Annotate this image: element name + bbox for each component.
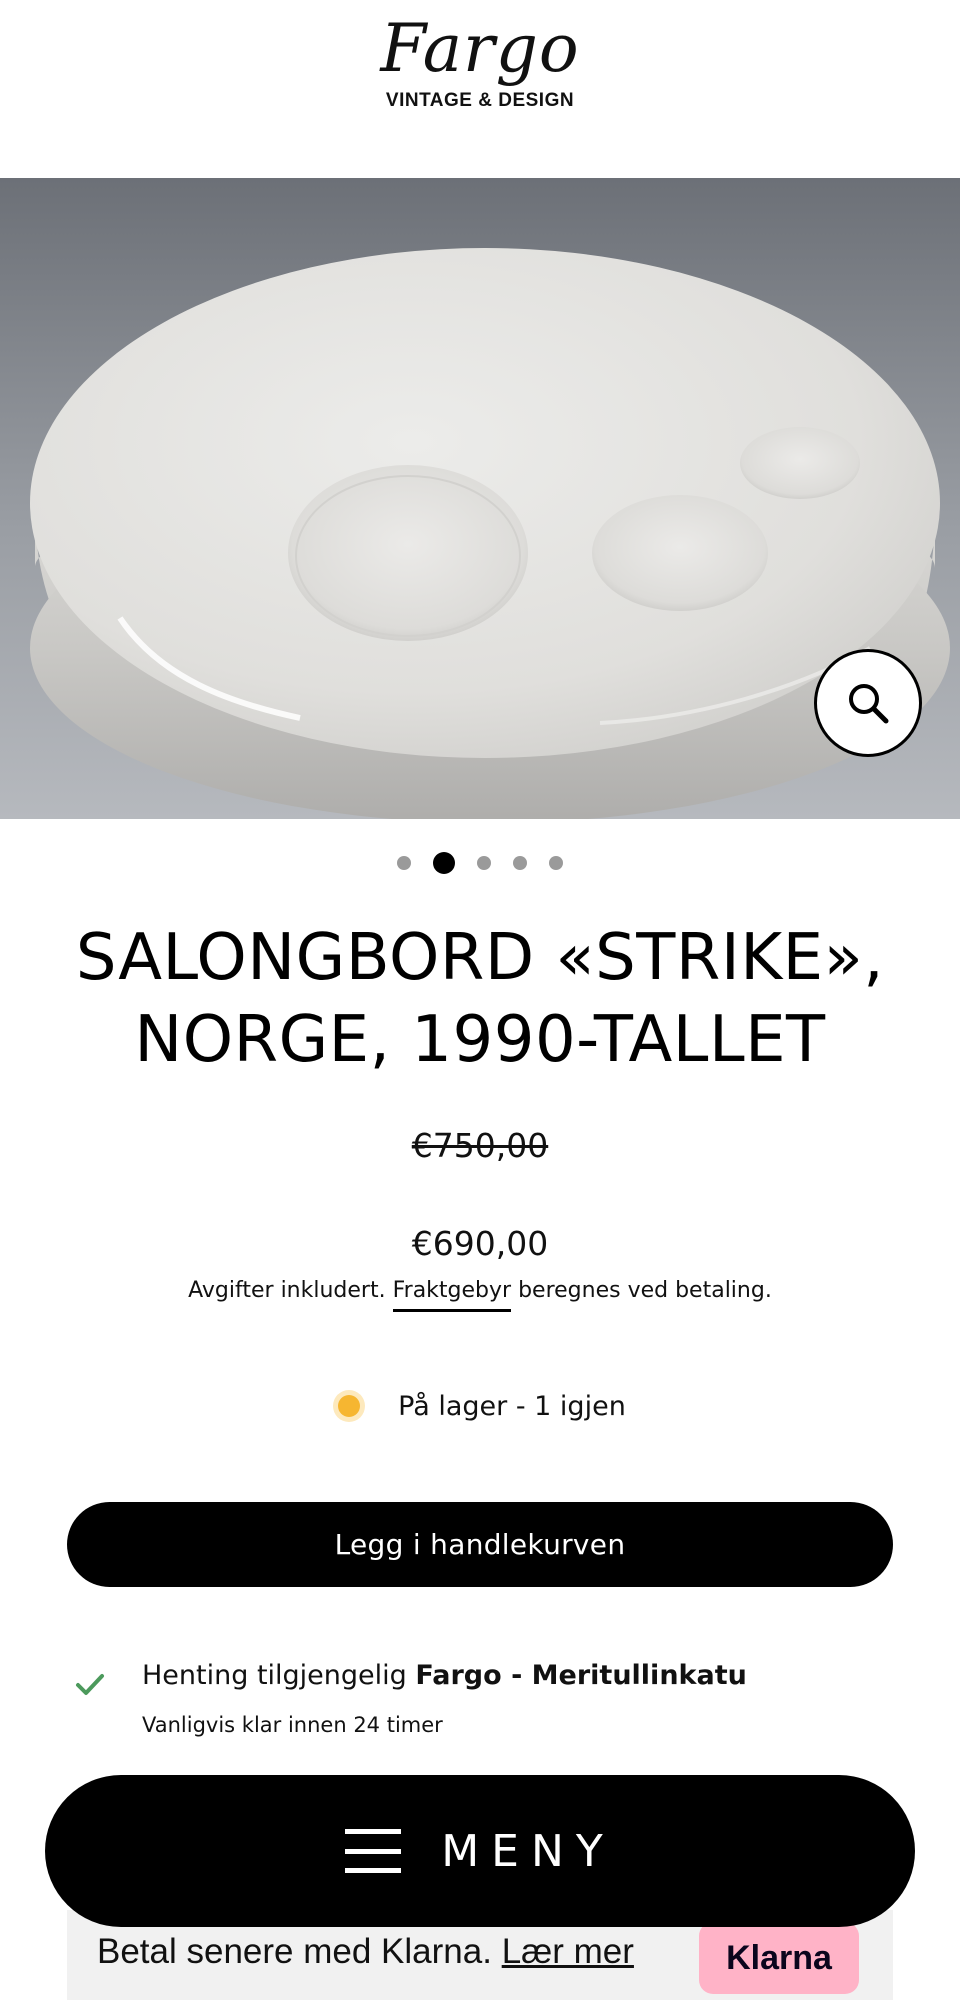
hamburger-icon — [345, 1829, 402, 1873]
klarna-text-line: Betal senere med Klarna. Lær mer — [97, 1928, 634, 1976]
zoom-button[interactable] — [814, 649, 922, 757]
check-icon — [76, 1674, 104, 1695]
carousel-dot-5[interactable] — [549, 856, 563, 870]
pickup-subtext: Vanligvis klar innen 24 timer — [142, 1713, 443, 1737]
add-to-cart-button[interactable]: Legg i handlekurven — [67, 1502, 893, 1587]
search-icon — [849, 684, 889, 724]
product-image[interactable] — [0, 178, 960, 819]
logo-subtitle: VINTAGE & DESIGN — [385, 90, 575, 111]
tax-prefix: Avgifter inkludert. — [188, 1278, 386, 1303]
sale-price: €690,00 — [411, 1224, 549, 1263]
klarna-logo: Klarna — [699, 1922, 859, 1994]
stock-status: På lager - 1 igjen — [0, 1386, 960, 1426]
menu-label: MENY — [441, 1825, 615, 1877]
shipping-link[interactable]: Fraktgebyr — [392, 1278, 512, 1312]
product-photo — [0, 178, 960, 819]
menu-button[interactable]: MENY — [45, 1775, 915, 1927]
klarna-learn-more-link[interactable]: Lær mer — [502, 1932, 634, 1971]
stock-indicator — [334, 1391, 364, 1421]
logo-script: Fargo — [380, 10, 580, 87]
klarna-text: Betal senere med Klarna. — [97, 1932, 492, 1971]
tax-note: Avgifter inkludert. Fraktgebyr beregnes … — [0, 1274, 960, 1312]
site-header: Fargo VINTAGE & DESIGN — [0, 0, 960, 178]
logo[interactable]: Fargo VINTAGE & DESIGN — [0, 10, 960, 112]
stock-dot-icon — [338, 1395, 361, 1417]
carousel-dot-3[interactable] — [477, 856, 491, 870]
tax-suffix: beregnes ved betaling. — [518, 1278, 772, 1303]
pickup-location: Fargo - Meritullinkatu — [415, 1660, 747, 1691]
pickup-text: Henting tilgjengelig Fargo - Meritullink… — [142, 1656, 747, 1696]
carousel-dots — [0, 851, 960, 875]
original-price: €750,00 — [411, 1126, 549, 1165]
product-title: SALONGBORD «STRIKE», NORGE, 1990-TALLET — [75, 921, 885, 1077]
carousel-dot-4[interactable] — [513, 856, 527, 870]
carousel-dot-1[interactable] — [397, 856, 411, 870]
carousel-dot-2-active[interactable] — [433, 852, 455, 874]
pickup-prefix: Henting tilgjengelig — [142, 1660, 407, 1691]
stock-text: På lager - 1 igjen — [398, 1390, 626, 1422]
